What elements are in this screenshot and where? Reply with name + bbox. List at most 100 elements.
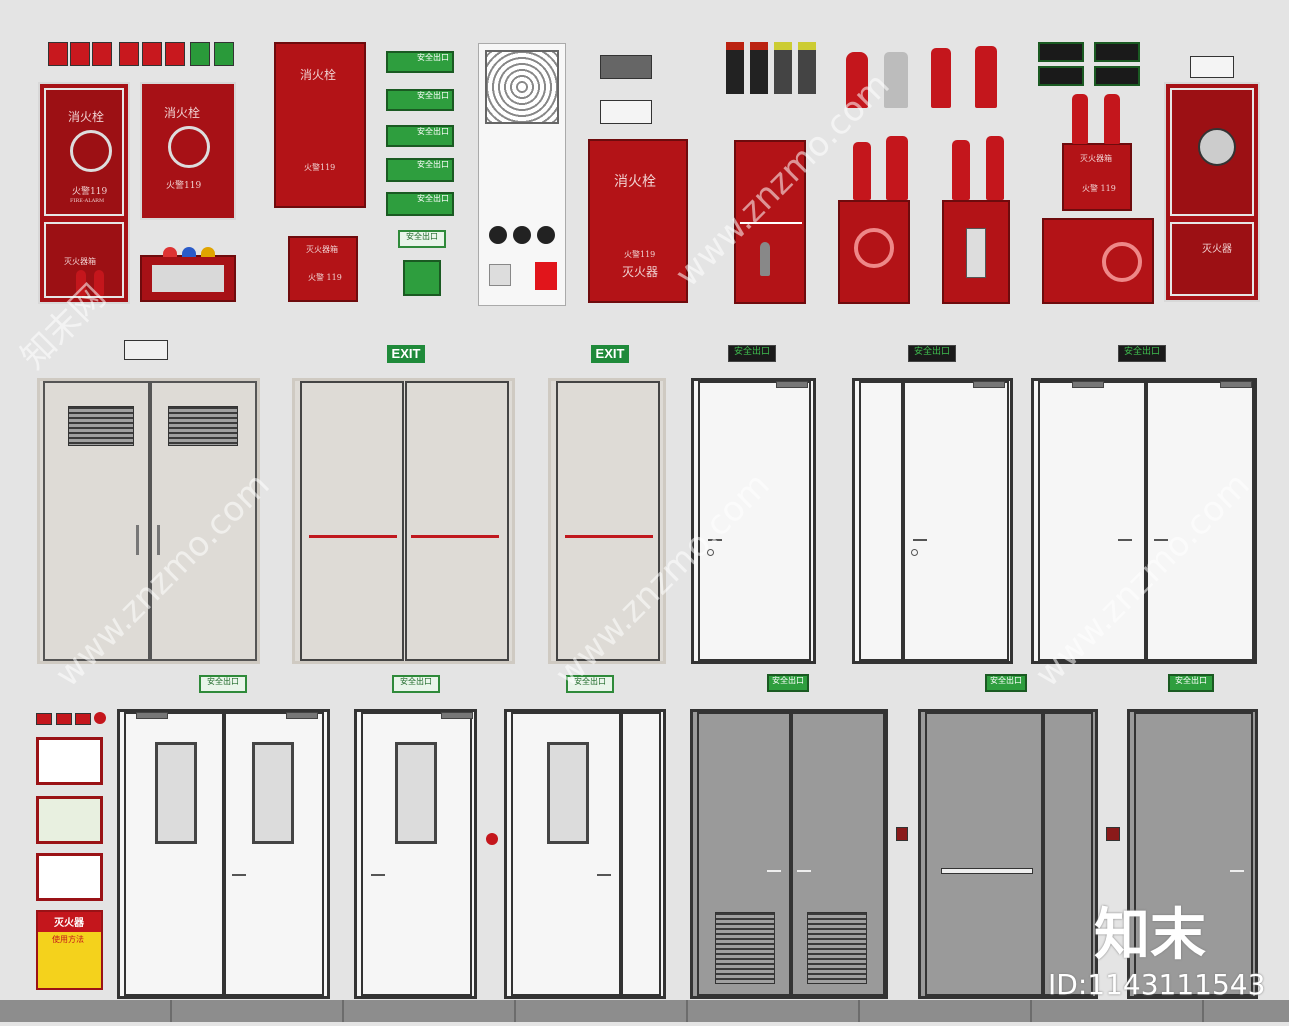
ceiling-panel <box>478 43 566 306</box>
extinguisher-icon <box>931 48 951 108</box>
cabinet-label: 消火栓 <box>164 106 201 120</box>
door-white-unequal[interactable] <box>852 378 1013 664</box>
door-handle[interactable] <box>1118 539 1132 541</box>
door-leaf-left[interactable] <box>1038 381 1146 661</box>
panic-bar[interactable] <box>411 535 499 538</box>
door-handle[interactable] <box>797 870 811 872</box>
exit-sign-small: 安全出口 <box>392 675 440 693</box>
door-leaf-right[interactable] <box>405 381 509 661</box>
door-white-single[interactable] <box>691 378 816 664</box>
alarm-bell-icon <box>94 712 106 724</box>
door-leaf-small[interactable] <box>621 712 661 996</box>
alarm-button-icon[interactable] <box>1106 827 1120 841</box>
evacuation-map <box>36 737 103 785</box>
poster-title: 灭火器 <box>54 918 84 929</box>
vent-louver <box>168 406 238 446</box>
extinguisher-icon <box>94 270 104 296</box>
detector-icon <box>513 226 531 244</box>
fire-boots <box>726 42 818 94</box>
door-white-single-bottom[interactable] <box>354 709 477 999</box>
door-gray-double[interactable] <box>690 709 888 999</box>
vision-panel <box>395 742 437 844</box>
extinguisher-icon <box>76 270 86 296</box>
vent-louver <box>68 406 134 446</box>
helmet-box <box>140 255 236 302</box>
door-louvered-double[interactable] <box>37 378 260 664</box>
door-white-double[interactable] <box>1031 378 1257 664</box>
door-handle[interactable] <box>597 874 611 876</box>
door-handle[interactable] <box>767 870 781 872</box>
door-handle[interactable] <box>136 525 139 555</box>
door-panic-double[interactable] <box>292 378 515 664</box>
cabinet-label: 消火栓 <box>300 68 337 82</box>
extinguisher-box-stand: 灭火器箱 火警 119 <box>1062 143 1132 211</box>
exit-sign-10 <box>1094 42 1140 62</box>
exit-sign-green: EXIT <box>591 345 629 363</box>
door-closer <box>286 712 318 719</box>
hose-cabinet-wide <box>1042 218 1154 304</box>
emergency-light <box>124 340 168 360</box>
poster-usage: 使用方法 <box>52 935 84 944</box>
hose-cabinet <box>838 200 910 304</box>
vision-panel <box>252 742 294 844</box>
exit-sign-dark: 安全出口 <box>1118 345 1166 362</box>
door-panic-single[interactable] <box>548 378 666 664</box>
door-leaf-small[interactable] <box>1043 712 1093 996</box>
door-white-vision-double[interactable] <box>117 709 330 999</box>
door-handle[interactable] <box>232 874 246 876</box>
detector-icon <box>489 226 507 244</box>
extinguisher-box-small: 灭火器箱 火警 119 <box>288 236 358 302</box>
floor-strip <box>0 1000 1289 1022</box>
detector-icon <box>537 226 555 244</box>
helmet-icon <box>201 247 215 257</box>
exit-sign-small: 安全出口 <box>199 675 247 693</box>
exit-sign-dark: 安全出口 <box>728 345 776 362</box>
panic-bar[interactable] <box>565 535 653 538</box>
alarm-button-icon <box>535 262 557 290</box>
exit-sign-8 <box>1038 42 1084 62</box>
panic-bar[interactable] <box>941 868 1033 874</box>
vision-panel <box>547 742 589 844</box>
alarm-label: 火警119 <box>304 163 336 172</box>
door-handle[interactable] <box>157 525 160 555</box>
hydrant-cabinet-tall-1: 消火栓 火警119 FIRE-ALARM 灭火器箱 <box>38 82 130 304</box>
exit-sign-box: 安全出口 <box>767 674 809 692</box>
extinguisher-label: 灭火器 <box>1202 244 1232 255</box>
lock-cylinder <box>911 549 918 556</box>
helmet-icon <box>163 247 177 257</box>
door-leaf-small[interactable] <box>859 381 903 661</box>
door-handle[interactable] <box>708 539 722 541</box>
brand-logo: 知末 <box>1094 903 1206 968</box>
alarm-button-icon[interactable] <box>486 833 498 845</box>
extinguisher-icon <box>884 52 908 108</box>
extinguisher-icon <box>853 142 871 200</box>
door-handle[interactable] <box>1230 870 1244 872</box>
extinguisher-box-label: 灭火器箱 <box>306 245 338 254</box>
extinguisher-cabinet <box>942 200 1010 304</box>
door-handle[interactable] <box>371 874 385 876</box>
exit-sign-small: 安全出口 <box>566 675 614 693</box>
extinguisher-icon <box>952 140 970 200</box>
emergency-light <box>600 100 652 124</box>
door-gray-panic[interactable] <box>918 709 1098 999</box>
evacuation-map <box>36 853 103 901</box>
door-leaf-large[interactable] <box>925 712 1043 996</box>
alarm-button-icon[interactable] <box>896 827 908 841</box>
door-leaf[interactable] <box>698 381 811 661</box>
exit-sign-box: 安全出口 <box>1168 674 1214 692</box>
door-white-vision-unequal[interactable] <box>504 709 666 999</box>
door-closer <box>136 712 168 719</box>
door-closer <box>776 381 808 388</box>
door-handle[interactable] <box>913 539 927 541</box>
extinguisher-box-label: 灭火器箱 <box>64 257 96 266</box>
door-leaf-right[interactable] <box>1146 381 1254 661</box>
emergency-light <box>1190 56 1234 78</box>
door-handle[interactable] <box>1154 539 1168 541</box>
door-leaf-large[interactable] <box>903 381 1009 661</box>
air-vent-icon <box>485 50 559 124</box>
door-leaf[interactable] <box>556 381 660 661</box>
door-closer <box>441 712 473 719</box>
door-leaf-left[interactable] <box>300 381 404 661</box>
panic-bar[interactable] <box>309 535 397 538</box>
hose-reel-icon <box>168 126 210 168</box>
